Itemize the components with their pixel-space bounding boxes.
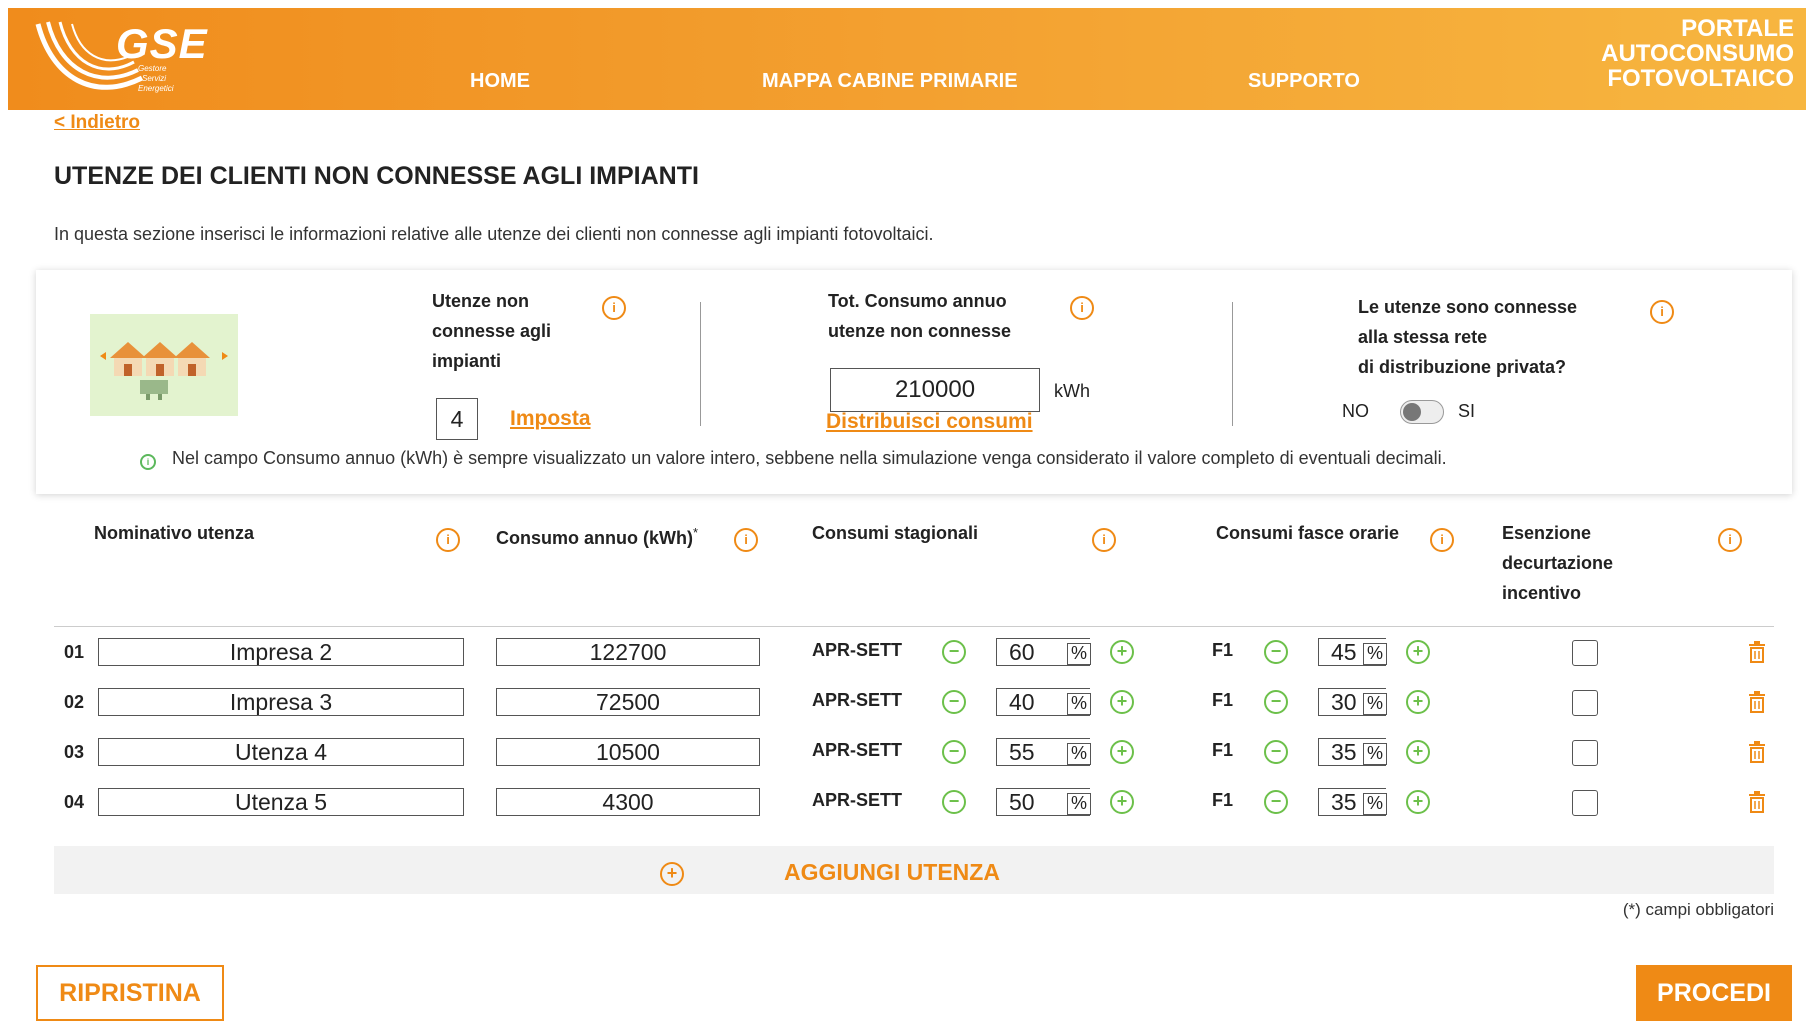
logo-subtitle: Gestore Servizi Energetici [138, 64, 174, 93]
header-nominativo: Nominativo utenza [94, 523, 255, 543]
fascia-pct-input[interactable]: 45 % [1318, 638, 1387, 666]
season-minus-icon[interactable]: − [942, 740, 966, 764]
fascia-label: F1 [1212, 640, 1234, 660]
consumo-annuo-info-icon[interactable]: i [734, 528, 758, 552]
header-consumo-annuo: Consumo annuo (kWh)* [496, 525, 699, 548]
season-plus-icon[interactable]: + [1110, 640, 1134, 664]
panel-divider-2 [1232, 302, 1233, 426]
nominativo-input[interactable]: Impresa 3 [98, 688, 464, 716]
row-number: 04 [64, 792, 85, 812]
season-pct-input[interactable]: 40 % [996, 688, 1091, 716]
distribuisci-consumi-link[interactable]: Distribuisci consumi [826, 410, 1033, 434]
rete-privata-info-icon[interactable]: i [1650, 300, 1674, 324]
header-consumi-stagionali: Consumi stagionali [812, 523, 979, 543]
trash-icon[interactable] [1746, 640, 1768, 664]
rete-privata-label: Le utenze sono connesse alla stessa rete… [1358, 297, 1578, 377]
esenzione-info-icon[interactable]: i [1718, 528, 1742, 552]
nominativo-input[interactable]: Utenza 4 [98, 738, 464, 766]
nav-home[interactable]: HOME [470, 70, 530, 93]
rete-privata-toggle[interactable] [1400, 400, 1444, 424]
toggle-knob [1403, 403, 1421, 421]
consumo-input[interactable]: 72500 [496, 688, 760, 716]
fascia-minus-icon[interactable]: − [1264, 790, 1288, 814]
trash-icon[interactable] [1746, 690, 1768, 714]
season-label: APR-SETT [812, 640, 902, 660]
note-info-icon: i [140, 454, 156, 470]
logo-text: GSE [116, 20, 208, 67]
consumo-total-label: Tot. Consumo annuo utenze non connesse [828, 291, 1012, 341]
required-fields-note: (*) campi obbligatori [1622, 900, 1774, 919]
fascia-minus-icon[interactable]: − [1264, 640, 1288, 664]
table-header-divider [54, 626, 1774, 627]
top-header: GSE Gestore Servizi Energetici HOME MAPP… [8, 8, 1806, 110]
season-label: APR-SETT [812, 740, 902, 760]
season-plus-icon[interactable]: + [1110, 790, 1134, 814]
add-utenza-plus-icon[interactable]: + [660, 862, 684, 886]
trash-icon[interactable] [1746, 790, 1768, 814]
portal-title: PORTALE AUTOCONSUMO FOTOVOLTAICO [1601, 15, 1794, 92]
toggle-si-label: SI [1458, 401, 1476, 421]
row-number: 03 [64, 742, 85, 762]
nominativo-input[interactable]: Utenza 5 [98, 788, 464, 816]
season-pct-input[interactable]: 50 % [996, 788, 1091, 816]
consumo-total-info-icon[interactable]: i [1070, 296, 1094, 320]
utenze-label: Utenze non connesse agli impianti [432, 291, 552, 371]
header-consumi-fasce: Consumi fasce orarie [1216, 523, 1400, 543]
consumo-input[interactable]: 10500 [496, 738, 760, 766]
fascia-pct-input[interactable]: 35 % [1318, 788, 1387, 816]
nav-mappa-cabine[interactable]: MAPPA CABINE PRIMARIE [762, 70, 1018, 93]
back-link[interactable]: < Indietro [54, 112, 140, 134]
esenzione-checkbox[interactable] [1572, 740, 1598, 766]
fascia-minus-icon[interactable]: − [1264, 740, 1288, 764]
fascia-plus-icon[interactable]: + [1406, 740, 1430, 764]
ripristina-button[interactable]: RIPRISTINA [36, 965, 224, 1021]
consumo-total-unit: kWh [1054, 381, 1090, 401]
fascia-pct-input[interactable]: 35 % [1318, 738, 1387, 766]
imposta-link[interactable]: Imposta [510, 407, 591, 431]
season-label: APR-SETT [812, 690, 902, 710]
season-minus-icon[interactable]: − [942, 690, 966, 714]
page-intro: In questa sezione inserisci le informazi… [54, 224, 934, 244]
houses-illustration-icon [90, 314, 238, 416]
nominativo-info-icon[interactable]: i [436, 528, 460, 552]
season-plus-icon[interactable]: + [1110, 740, 1134, 764]
row-number: 02 [64, 692, 85, 712]
header-esenzione: Esenzione decurtazione incentivo [1502, 523, 1614, 603]
season-plus-icon[interactable]: + [1110, 690, 1134, 714]
add-utenza-button[interactable]: AGGIUNGI UTENZA [784, 859, 1000, 886]
fascia-pct-input[interactable]: 30 % [1318, 688, 1387, 716]
consumo-total-input[interactable]: 210000 [830, 368, 1040, 412]
fascia-plus-icon[interactable]: + [1406, 790, 1430, 814]
page-title: UTENZE DEI CLIENTI NON CONNESSE AGLI IMP… [54, 162, 699, 190]
esenzione-checkbox[interactable] [1572, 690, 1598, 716]
season-pct-input[interactable]: 55 % [996, 738, 1091, 766]
row-number: 01 [64, 642, 85, 662]
season-label: APR-SETT [812, 790, 902, 810]
fascia-plus-icon[interactable]: + [1406, 640, 1430, 664]
season-minus-icon[interactable]: − [942, 790, 966, 814]
utenze-info-icon[interactable]: i [602, 296, 626, 320]
nominativo-input[interactable]: Impresa 2 [98, 638, 464, 666]
season-minus-icon[interactable]: − [942, 640, 966, 664]
fascia-label: F1 [1212, 790, 1234, 810]
toggle-no-label: NO [1342, 401, 1369, 421]
decimals-note: Nel campo Consumo annuo (kWh) è sempre v… [172, 448, 1447, 468]
panel-divider-1 [700, 302, 701, 426]
procedi-button[interactable]: PROCEDI [1636, 965, 1792, 1021]
esenzione-checkbox[interactable] [1572, 790, 1598, 816]
consumo-input[interactable]: 122700 [496, 638, 760, 666]
summary-panel: Utenze non connesse agli impianti i 4 Im… [36, 270, 1792, 494]
fascia-label: F1 [1212, 690, 1234, 710]
stagionali-info-icon[interactable]: i [1092, 528, 1116, 552]
esenzione-checkbox[interactable] [1572, 640, 1598, 666]
season-pct-input[interactable]: 60 % [996, 638, 1091, 666]
fascia-minus-icon[interactable]: − [1264, 690, 1288, 714]
fasce-info-icon[interactable]: i [1430, 528, 1454, 552]
nav-supporto[interactable]: SUPPORTO [1248, 70, 1360, 93]
fascia-plus-icon[interactable]: + [1406, 690, 1430, 714]
utenze-count-input[interactable]: 4 [436, 398, 478, 440]
fascia-label: F1 [1212, 740, 1234, 760]
trash-icon[interactable] [1746, 740, 1768, 764]
consumo-input[interactable]: 4300 [496, 788, 760, 816]
